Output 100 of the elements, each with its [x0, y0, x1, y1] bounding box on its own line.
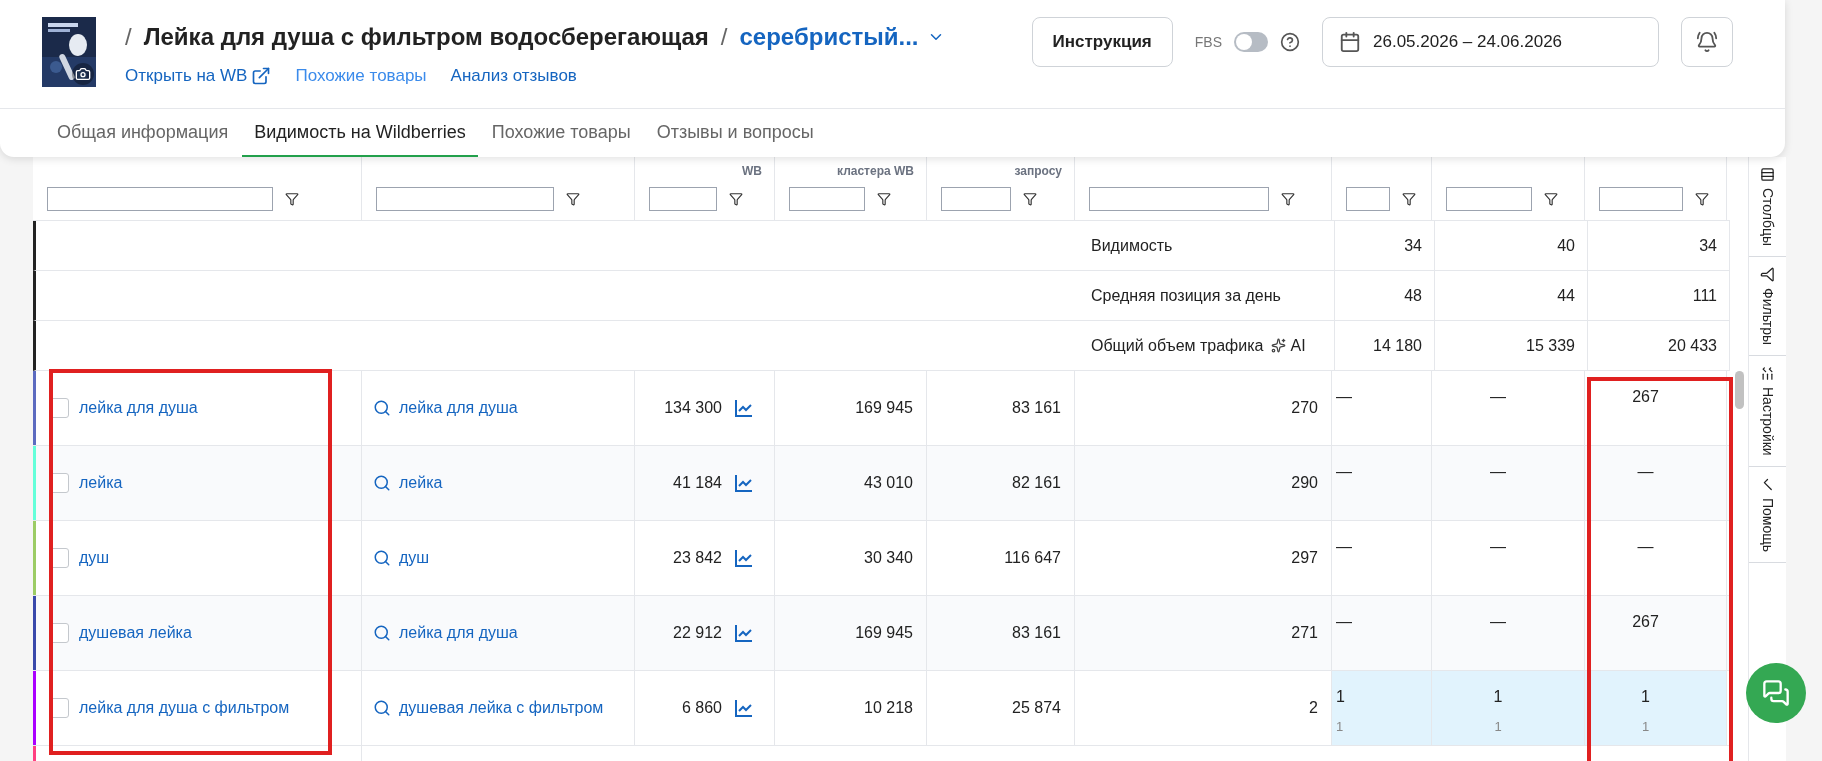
filter-icon[interactable]	[1023, 192, 1037, 206]
header-link[interactable]: Открыть на WB	[125, 63, 272, 89]
side-panel-tab[interactable]: Помощь	[1749, 466, 1786, 563]
summary-value: 40	[1557, 235, 1575, 256]
date-range-field[interactable]: 26.05.2026 – 24.06.2026	[1322, 17, 1659, 67]
summary-value: 111	[1692, 285, 1717, 306]
cluster-link[interactable]: лейка для душа	[399, 621, 518, 645]
filter-icon[interactable]	[285, 192, 299, 206]
table-cell-text: 2	[1309, 698, 1318, 718]
table-cell-text: 43 010	[864, 473, 913, 493]
column-filter-field[interactable]	[376, 187, 554, 211]
side-panel-tab[interactable]: Столбцы	[1749, 157, 1786, 258]
table-cell-text: 41 184	[673, 473, 722, 493]
cluster-link[interactable]: лейка	[399, 471, 443, 495]
cluster-link[interactable]: лейка для душа	[399, 396, 518, 420]
summary-value: 15 339	[1526, 335, 1575, 356]
line-chart-icon[interactable]	[734, 473, 754, 493]
table-cell-text: 6 860	[681, 698, 722, 718]
position-cell: —	[1332, 521, 1432, 595]
tab[interactable]: Похожие товары	[479, 109, 643, 157]
position-cell: 1 1	[1585, 671, 1727, 745]
notifications-button[interactable]	[1681, 17, 1733, 67]
column-filter-field[interactable]	[1089, 187, 1269, 211]
filter-icon[interactable]	[877, 192, 891, 206]
filter-icon[interactable]	[1695, 192, 1709, 206]
fbs-label: FBS	[1194, 32, 1222, 52]
filter-icon	[1760, 267, 1775, 283]
position-subvalue: 1	[1494, 718, 1502, 736]
variant-dropdown[interactable]: серебристый...	[739, 19, 945, 55]
tab[interactable]: Общая информация	[45, 109, 241, 157]
filter-icon[interactable]	[566, 192, 580, 206]
help-icon[interactable]	[1280, 32, 1300, 52]
table-cell-text: 83 161	[1012, 623, 1061, 643]
side-panel-tab[interactable]: Фильтры	[1749, 257, 1786, 357]
query-link[interactable]: лейка для душа	[79, 396, 198, 420]
side-panel-tab[interactable]: Настройки	[1749, 356, 1786, 467]
query-link[interactable]: душевая лейка	[79, 621, 192, 645]
table-cell-text: 22 912	[673, 623, 722, 643]
chat-icon	[1762, 679, 1790, 707]
filter-icon[interactable]	[729, 192, 743, 206]
position-cell: —	[1432, 596, 1585, 670]
column-header: кластера WB	[837, 164, 914, 178]
position-cell: —	[1585, 446, 1727, 520]
column-filter-field[interactable]	[1346, 187, 1390, 211]
ai-label: AI	[1290, 335, 1306, 356]
summary-value: 44	[1557, 285, 1575, 306]
summary-value: 20 433	[1668, 335, 1717, 356]
position-cell: 1 1	[1332, 671, 1432, 745]
table-cell-text: 169 945	[855, 398, 913, 418]
table-cell-text: 30 340	[864, 548, 913, 568]
search-icon[interactable]	[373, 474, 391, 492]
table-cell-text: 270	[1291, 398, 1318, 418]
search-icon[interactable]	[373, 549, 391, 567]
position-cell: —	[1585, 521, 1727, 595]
query-link[interactable]: душ	[79, 546, 110, 570]
columns-icon	[1760, 167, 1775, 182]
header-link[interactable]: Похожие товары	[295, 63, 427, 89]
position-cell: —	[1332, 371, 1432, 445]
position-cell: —	[1432, 521, 1585, 595]
column-filter-field[interactable]	[789, 187, 865, 211]
breadcrumb-separator: /	[125, 22, 132, 52]
summary-label: Средняя позиция за день	[1091, 285, 1281, 306]
tab[interactable]: Отзывы и вопросы	[644, 109, 826, 157]
header-link[interactable]: Анализ отзывов	[450, 63, 577, 89]
summary-label: Видимость	[1091, 235, 1173, 256]
table-cell-text: 116 647	[1004, 548, 1061, 568]
column-header: запросу	[1014, 164, 1062, 178]
line-chart-icon[interactable]	[734, 698, 754, 718]
table-cell-text: 169 945	[855, 623, 913, 643]
cluster-link[interactable]: душ	[399, 546, 430, 570]
line-chart-icon[interactable]	[734, 623, 754, 643]
summary-label: Общий объем трафика	[1091, 335, 1264, 356]
filter-icon[interactable]	[1402, 192, 1416, 206]
instruction-button[interactable]: Инструкция	[1031, 17, 1173, 67]
column-filter-field[interactable]	[941, 187, 1011, 211]
fbs-toggle[interactable]	[1234, 32, 1268, 52]
sparkles-icon	[1271, 338, 1287, 353]
search-icon[interactable]	[373, 699, 391, 717]
calendar-icon	[1339, 31, 1361, 53]
search-icon[interactable]	[373, 624, 391, 642]
filter-icon[interactable]	[1281, 192, 1295, 206]
table-cell-text: 25 874	[1012, 698, 1061, 718]
column-filter-field[interactable]	[1446, 187, 1532, 211]
table-cell-text: 83 161	[1012, 398, 1061, 418]
column-filter-field[interactable]	[1599, 187, 1683, 211]
summary-value: 34	[1699, 235, 1717, 256]
table-cell-text: 297	[1291, 548, 1318, 568]
line-chart-icon[interactable]	[734, 398, 754, 418]
line-chart-icon[interactable]	[734, 548, 754, 568]
search-icon[interactable]	[373, 399, 391, 417]
query-link[interactable]: лейка для душа с фильтром	[79, 696, 290, 720]
filter-icon[interactable]	[1544, 192, 1558, 206]
column-filter-field[interactable]	[47, 187, 273, 211]
cluster-link[interactable]: душевая лейка с фильтром	[399, 696, 604, 720]
query-link[interactable]: лейка	[79, 471, 123, 495]
camera-icon[interactable]	[72, 63, 94, 85]
product-title: Лейка для душа с фильтром водосберегающая	[143, 22, 709, 52]
scrollbar-thumb[interactable]	[1734, 371, 1744, 409]
table-cell-text: 271	[1291, 623, 1318, 643]
column-filter-field[interactable]	[649, 187, 717, 211]
